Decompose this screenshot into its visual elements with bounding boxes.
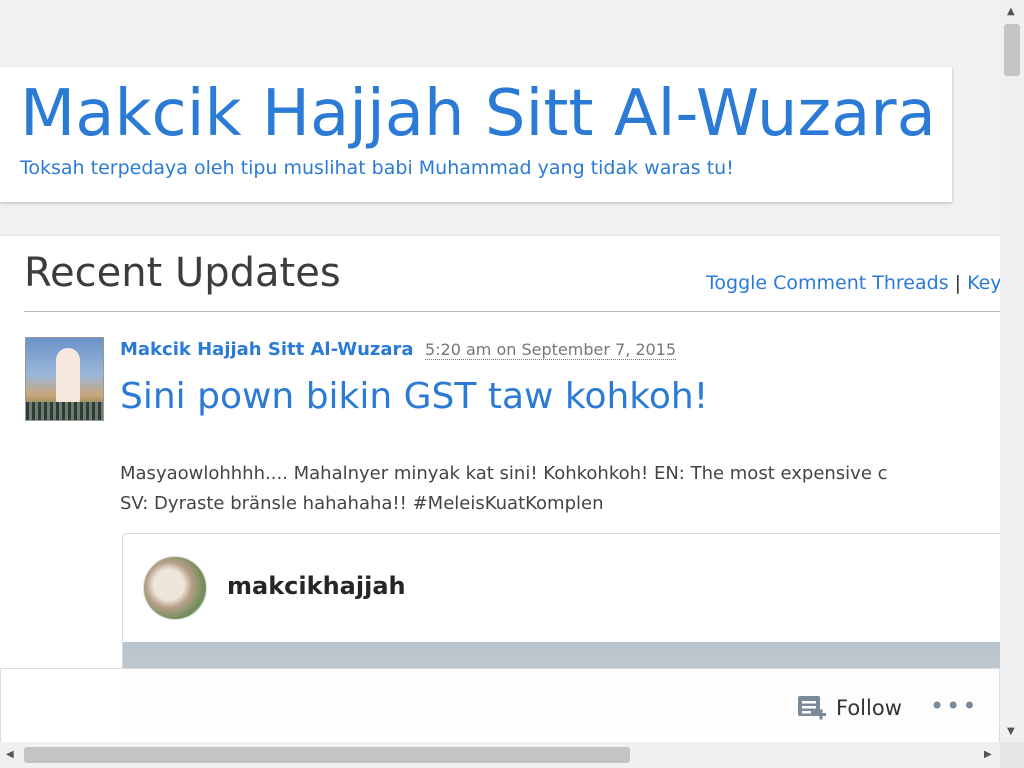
page-viewport: Makcik Hajjah Sitt Al-Wuzara Toksah terp…	[0, 0, 1000, 742]
follow-button[interactable]: Follow	[796, 692, 902, 724]
section-title: Recent Updates	[24, 250, 341, 296]
toggle-comment-threads-link[interactable]: Toggle Comment Threads	[706, 272, 949, 294]
more-options-icon[interactable]: •••	[930, 692, 978, 720]
post-date-link[interactable]: 5:20 am on September 7, 2015	[424, 340, 677, 360]
divider	[24, 311, 1000, 312]
link-separator: |	[954, 272, 962, 294]
vertical-scroll-thumb[interactable]	[1004, 24, 1020, 76]
site-title[interactable]: Makcik Hajjah Sitt Al-Wuzara	[20, 74, 936, 154]
scroll-down-arrow-icon[interactable]: ▼	[1007, 726, 1015, 737]
follow-icon	[798, 696, 826, 720]
embed-username[interactable]: makcikhajjah	[227, 572, 406, 600]
vertical-scrollbar[interactable]	[1000, 0, 1024, 742]
post-body-line: SV: Dyraste bränsle hahahaha!! #MeleisKu…	[120, 493, 604, 514]
keyboard-shortcuts-link[interactable]: Key	[967, 272, 1000, 294]
scroll-left-arrow-icon[interactable]: ◀	[6, 749, 14, 760]
post-author-link[interactable]: Makcik Hajjah Sitt Al-Wuzara	[120, 339, 414, 360]
scroll-up-arrow-icon[interactable]: ▲	[1007, 6, 1015, 17]
post-meta: Makcik Hajjah Sitt Al-Wuzara 5:20 am on …	[120, 339, 677, 360]
author-avatar[interactable]	[25, 337, 104, 421]
site-description: Toksah terpedaya oleh tipu muslihat babi…	[20, 157, 734, 179]
section-header-links: Toggle Comment Threads | Key	[706, 272, 1000, 294]
avatar-figure	[56, 348, 80, 404]
post-title[interactable]: Sini pown bikin GST taw kohkoh!	[120, 376, 708, 417]
scrollbar-corner	[1000, 742, 1024, 768]
scroll-right-arrow-icon[interactable]: ▶	[984, 749, 992, 760]
post-body: Masyaowlohhhh.... Mahalnyer minyak kat s…	[120, 459, 1000, 519]
horizontal-scroll-thumb[interactable]	[24, 747, 630, 763]
embed-avatar[interactable]	[143, 556, 207, 620]
follow-label: Follow	[836, 696, 902, 720]
post-body-line: Masyaowlohhhh.... Mahalnyer minyak kat s…	[120, 463, 888, 484]
avatar-crowd	[26, 402, 103, 420]
